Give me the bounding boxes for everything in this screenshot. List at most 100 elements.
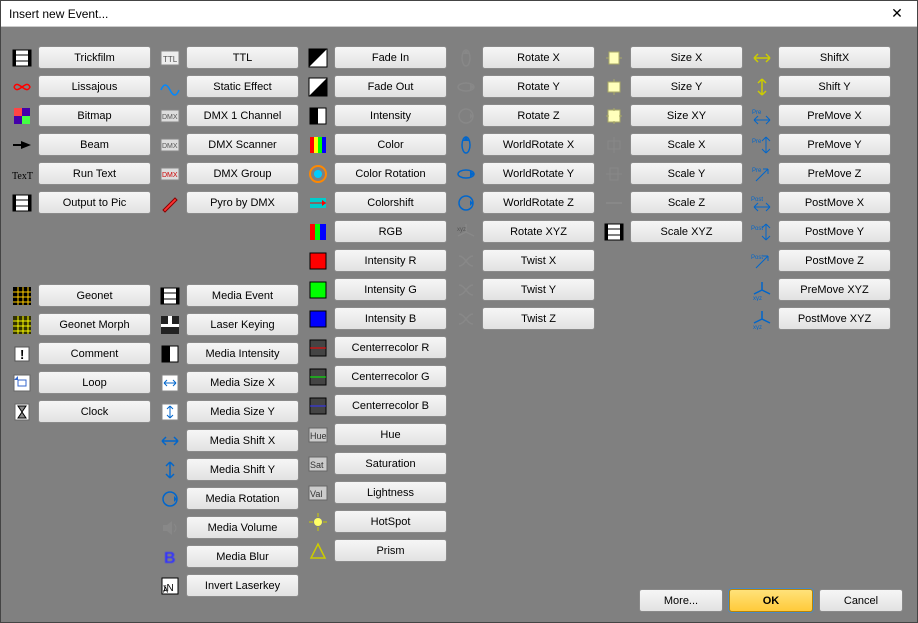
event-row-fade-out: Fade Out (305, 74, 447, 99)
laser-keying-button[interactable]: Laser Keying (186, 313, 299, 336)
twist-z-button[interactable]: Twist Z (482, 307, 595, 330)
media-blur-button[interactable]: Media Blur (186, 545, 299, 568)
ok-button[interactable]: OK (729, 589, 813, 612)
shift-y-button[interactable]: Shift Y (778, 75, 891, 98)
run-text-button[interactable]: Run Text (38, 162, 151, 185)
lightness-button[interactable]: Lightness (334, 481, 447, 504)
postmove-y-button[interactable]: PostMove Y (778, 220, 891, 243)
scale-xyz-button[interactable]: Scale XYZ (630, 220, 743, 243)
output-to-pic-button[interactable]: Output to Pic (38, 191, 151, 214)
media-size-x-button[interactable]: Media Size X (186, 371, 299, 394)
dmx-1-channel-button[interactable]: DMX 1 Channel (186, 104, 299, 127)
media-shift-x-button[interactable]: Media Shift X (186, 429, 299, 452)
event-row-lightness: ValLightness (305, 480, 447, 505)
intensity-b-button[interactable]: Intensity B (334, 307, 447, 330)
scale-z-button[interactable]: Scale Z (630, 191, 743, 214)
premove-z-button[interactable]: PreMove Z (778, 162, 891, 185)
rotx-icon (453, 45, 479, 70)
event-row-media-shift-y: Media Shift Y (157, 457, 299, 482)
saturation-button[interactable]: Saturation (334, 452, 447, 475)
event-row-comment: !Comment (9, 341, 151, 366)
rotate-xyz-button[interactable]: Rotate XYZ (482, 220, 595, 243)
loop-button[interactable]: Loop (38, 371, 151, 394)
media-intensity-button[interactable]: Media Intensity (186, 342, 299, 365)
prism-button[interactable]: Prism (334, 539, 447, 562)
geonet-morph-button[interactable]: Geonet Morph (38, 313, 151, 336)
cancel-button[interactable]: Cancel (819, 589, 903, 612)
rotate-x-button[interactable]: Rotate X (482, 46, 595, 69)
worldrotate-z-button[interactable]: WorldRotate Z (482, 191, 595, 214)
bitmap-button[interactable]: Bitmap (38, 104, 151, 127)
event-row-media-rotation: Media Rotation (157, 486, 299, 511)
dmx-scanner-button[interactable]: DMX Scanner (186, 133, 299, 156)
centerrecolor-b-button[interactable]: Centerrecolor B (334, 394, 447, 417)
scale-y-button[interactable]: Scale Y (630, 162, 743, 185)
invert-laserkey-button[interactable]: Invert Laserkey (186, 574, 299, 597)
event-row-premove-x: Pre PreMove X (749, 103, 891, 128)
blur-b-icon: B (157, 544, 183, 569)
comment-button[interactable]: Comment (38, 342, 151, 365)
hourglass-icon (9, 399, 35, 424)
geonet-button[interactable]: Geonet (38, 284, 151, 307)
more-button[interactable]: More... (639, 589, 723, 612)
pyro-by-dmx-button[interactable]: Pyro by DMX (186, 191, 299, 214)
static-effect-button[interactable]: Static Effect (186, 75, 299, 98)
svg-text:Pre: Pre (752, 110, 762, 116)
worldrotate-x-button[interactable]: WorldRotate X (482, 133, 595, 156)
svg-text:DMX: DMX (162, 172, 178, 179)
shift-x-button[interactable]: ShiftX (778, 46, 891, 69)
premove-x-button[interactable]: PreMove X (778, 104, 891, 127)
premove-y-button[interactable]: PreMove Y (778, 133, 891, 156)
postmove-z-button[interactable]: PostMove Z (778, 249, 891, 272)
fadein-icon (305, 45, 331, 70)
media-event-button[interactable]: Media Event (186, 284, 299, 307)
fade-in-button[interactable]: Fade In (334, 46, 447, 69)
hotspot-button[interactable]: HotSpot (334, 510, 447, 533)
ttl-button[interactable]: TTL (186, 46, 299, 69)
event-row-color-rotation: Color Rotation (305, 161, 447, 186)
premove-xyz-button[interactable]: PreMove XYZ (778, 278, 891, 301)
intensity-g-button[interactable]: Intensity G (334, 278, 447, 301)
scale-x-button[interactable]: Scale X (630, 133, 743, 156)
rotate-z-button[interactable]: Rotate Z (482, 104, 595, 127)
exclaim-icon: ! (9, 341, 35, 366)
size-xy-button[interactable]: Size XY (630, 104, 743, 127)
event-row-colorshift: Colorshift (305, 190, 447, 215)
size-x-button[interactable]: Size X (630, 46, 743, 69)
worldrotate-y-button[interactable]: WorldRotate Y (482, 162, 595, 185)
event-row-ttl: TTLTTL (157, 45, 299, 70)
centerrecolor-r-button[interactable]: Centerrecolor R (334, 336, 447, 359)
event-row-twist-x: Twist X (453, 248, 595, 273)
svg-text:xyz: xyz (753, 296, 762, 301)
trickfilm-button[interactable]: Trickfilm (38, 46, 151, 69)
centerrecolor-g-button[interactable]: Centerrecolor G (334, 365, 447, 388)
close-button[interactable]: ✕ (877, 1, 917, 27)
postmove-xyz-button[interactable]: PostMove XYZ (778, 307, 891, 330)
intensity-button[interactable]: Intensity (334, 104, 447, 127)
colorshift-button[interactable]: Colorshift (334, 191, 447, 214)
media-shift-y-button[interactable]: Media Shift Y (186, 458, 299, 481)
dmx-group-button[interactable]: DMX Group (186, 162, 299, 185)
lissajous-button[interactable]: Lissajous (38, 75, 151, 98)
media-rotation-button[interactable]: Media Rotation (186, 487, 299, 510)
twist-x-button[interactable]: Twist X (482, 249, 595, 272)
event-row-bitmap: Bitmap (9, 103, 151, 128)
rgb-button[interactable]: RGB (334, 220, 447, 243)
color-button[interactable]: Color (334, 133, 447, 156)
beam-button[interactable]: Beam (38, 133, 151, 156)
arrow-ud-blue-icon (157, 457, 183, 482)
fade-out-button[interactable]: Fade Out (334, 75, 447, 98)
hue-button[interactable]: Hue (334, 423, 447, 446)
color-rotation-button[interactable]: Color Rotation (334, 162, 447, 185)
twist-y-button[interactable]: Twist Y (482, 278, 595, 301)
size-y-button[interactable]: Size Y (630, 75, 743, 98)
postmove-x-button[interactable]: PostMove X (778, 191, 891, 214)
swatch-b-icon (305, 306, 331, 331)
event-row-premove-z: PrePreMove Z (749, 161, 891, 186)
media-volume-button[interactable]: Media Volume (186, 516, 299, 539)
intensity-r-button[interactable]: Intensity R (334, 249, 447, 272)
media-size-y-button[interactable]: Media Size Y (186, 400, 299, 423)
rotate-y-button[interactable]: Rotate Y (482, 75, 595, 98)
clock-button[interactable]: Clock (38, 400, 151, 423)
svg-text:Hue: Hue (310, 431, 327, 441)
